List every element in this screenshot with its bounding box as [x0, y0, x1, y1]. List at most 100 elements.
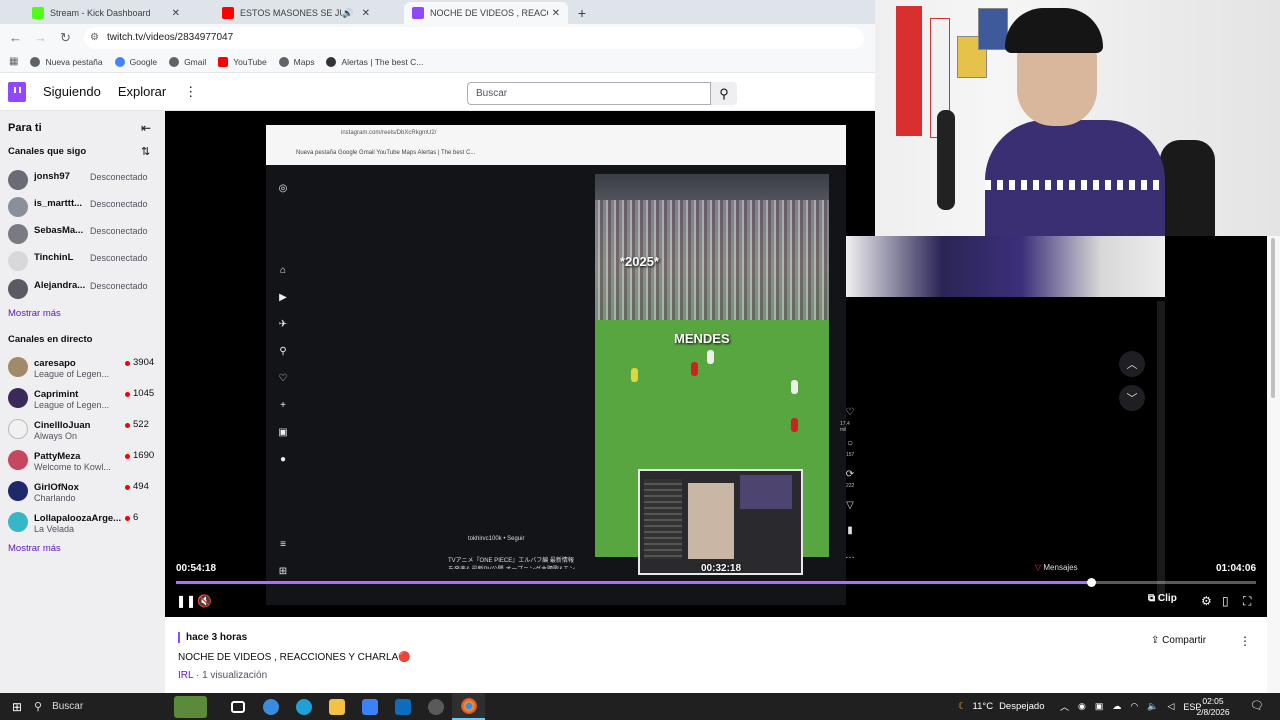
- back-icon[interactable]: ←: [3, 30, 28, 45]
- more-vertical-icon[interactable]: ⋮: [184, 84, 197, 100]
- pause-icon[interactable]: ❚❚: [176, 594, 196, 608]
- followed-channel-item[interactable]: SebasMa... Desconectado: [8, 222, 158, 246]
- channel-name: SebasMa...: [34, 225, 84, 236]
- search-input[interactable]: Buscar: [467, 82, 711, 105]
- chevron-down-icon[interactable]: ﹀: [1119, 385, 1145, 411]
- bookmarks-bar: ▦ Nueva pestaña Google Gmail YouTube Map…: [0, 51, 876, 73]
- page-scrollbar[interactable]: [1267, 236, 1280, 693]
- show-more-followed-link[interactable]: Mostrar más: [8, 308, 61, 319]
- wifi-icon[interactable]: ◠: [1130, 701, 1138, 712]
- store-icon[interactable]: [353, 693, 386, 720]
- obs-icon[interactable]: [419, 693, 452, 720]
- reload-icon[interactable]: ↻: [53, 30, 78, 46]
- outlook-icon[interactable]: [386, 693, 419, 720]
- volume-icon[interactable]: 🔈: [1147, 701, 1158, 712]
- copilot-icon[interactable]: [254, 693, 287, 720]
- bookmark-label: Google: [129, 56, 158, 67]
- collapse-sidebar-icon[interactable]: ⇤: [141, 121, 151, 135]
- clock-date: 2/8/2026: [1196, 707, 1230, 717]
- chevron-up-icon[interactable]: ︿: [1060, 700, 1069, 713]
- tab-twitch-video[interactable]: NOCHE DE VIDEOS , REACCION ✕: [404, 2, 568, 24]
- wall-banner: [896, 6, 922, 136]
- followed-channel-item[interactable]: Alejandra... Desconectado: [8, 277, 158, 301]
- file-explorer-icon[interactable]: [320, 693, 353, 720]
- clip-button[interactable]: ⧉ Clip: [1148, 593, 1177, 604]
- bookmark-google[interactable]: Google: [114, 56, 158, 67]
- record-icon[interactable]: ◉: [1078, 701, 1086, 712]
- channel-name: TinchinL: [34, 252, 74, 263]
- task-view-icon[interactable]: [221, 693, 254, 720]
- url-field[interactable]: ⚙ twitch.tv/videos/2834977047: [84, 26, 864, 49]
- live-channel-item[interactable]: PattyMeza Welcome to Kowl... 1690: [8, 448, 158, 472]
- live-channel-item[interactable]: CinellloJuan Always On 522: [8, 417, 158, 441]
- theatre-mode-icon[interactable]: ▯: [1222, 594, 1229, 608]
- video-info: hace 3 horas NOCHE DE VIDEOS , REACCIONE…: [165, 617, 1267, 693]
- bookmark-alertas[interactable]: Alertas | The best C...: [326, 56, 423, 67]
- notifications-icon[interactable]: 🗨: [1250, 699, 1264, 712]
- windows-start-icon[interactable]: ⊞: [0, 700, 34, 714]
- search-button[interactable]: ⚲: [711, 82, 737, 105]
- followed-channel-item[interactable]: is_marttt... Desconectado: [8, 195, 158, 219]
- bookmark-gmail[interactable]: Gmail: [169, 56, 206, 67]
- reel-caption: TVアニメ『ONE PIECE』エルバフ編 最新情報を発表& 最新PV公開 オー…: [448, 558, 575, 569]
- search-placeholder: Buscar: [476, 88, 508, 99]
- edge-icon[interactable]: [287, 693, 320, 720]
- bookmark-maps[interactable]: Maps: [278, 56, 314, 67]
- tab-kick-dashboard[interactable]: Stream - Kick Dashboard ✕: [24, 2, 188, 24]
- live-channel-item[interactable]: LollapaloozaArge... La Velada 6: [8, 510, 158, 534]
- more-options-icon[interactable]: ⋮: [1239, 634, 1251, 648]
- plus-icon: +: [280, 400, 286, 411]
- forward-icon[interactable]: →: [28, 30, 53, 45]
- reel-repost-icon: ⟳: [845, 469, 855, 480]
- seek-bar[interactable]: [176, 578, 1256, 587]
- fullscreen-icon[interactable]: ⛶: [1243, 594, 1251, 609]
- cloud-icon[interactable]: ☁: [1112, 701, 1121, 712]
- twitch-logo-icon[interactable]: [8, 81, 26, 102]
- live-channel-item[interactable]: Caprimint League of Legen... 1045: [8, 386, 158, 410]
- share-icon: ⇪: [1151, 635, 1163, 646]
- tab-youtube-video[interactable]: ESTOS MASONES SE JUNTARON 🔊 ✕: [214, 2, 378, 24]
- chrome-icon[interactable]: [452, 693, 485, 720]
- settings-icon[interactable]: ⚙: [1201, 594, 1212, 608]
- following-link[interactable]: Siguiendo: [43, 84, 101, 99]
- show-more-live-link[interactable]: Mostrar más: [8, 543, 61, 554]
- taskbar-search[interactable]: ⚲ Buscar: [34, 693, 174, 720]
- share-button[interactable]: ⇪ Compartir: [1151, 635, 1206, 646]
- speaker-icon[interactable]: 🔊: [342, 8, 353, 19]
- apps-icon: ⊞: [278, 566, 288, 577]
- close-tab-icon[interactable]: ✕: [552, 8, 560, 19]
- mute-icon[interactable]: 🔇: [197, 594, 212, 608]
- site-info-icon[interactable]: ⚙: [90, 32, 99, 43]
- preview-chat: [644, 479, 682, 559]
- seek-handle[interactable]: [1086, 578, 1096, 587]
- bookmark-youtube[interactable]: YouTube: [218, 56, 267, 67]
- channel-status: Desconectado: [90, 226, 148, 236]
- outlook-glyph: [394, 698, 411, 715]
- scrollbar-thumb[interactable]: [1271, 238, 1275, 398]
- live-channel-item[interactable]: GirlOfNox Charlando 494: [8, 479, 158, 503]
- sort-icon[interactable]: ⇅: [141, 145, 150, 158]
- live-channel-item[interactable]: caresapo League of Legen... 3904: [8, 355, 158, 379]
- browse-link[interactable]: Explorar: [118, 84, 166, 99]
- moon-icon: ☾: [958, 701, 967, 712]
- followed-channel-item[interactable]: jonsh97 Desconectado: [8, 168, 158, 192]
- channel-name: is_marttt...: [34, 198, 83, 209]
- close-tab-icon[interactable]: ✕: [362, 8, 370, 19]
- bookmark-nueva-pestana[interactable]: Nueva pestaña: [30, 56, 103, 67]
- widget-thumbnail-icon[interactable]: [174, 693, 207, 720]
- bookmark-icon: [30, 56, 41, 67]
- camera-icon[interactable]: ▣: [1095, 701, 1104, 712]
- followed-channel-item[interactable]: TinchinL Desconectado: [8, 249, 158, 273]
- new-tab-button[interactable]: +: [572, 2, 592, 24]
- wall-poster: [978, 8, 1008, 50]
- url-text: twitch.tv/videos/2834977047: [106, 32, 234, 43]
- weather-widget[interactable]: ☾ 11°C Despejado: [958, 693, 1044, 720]
- apps-grid-icon[interactable]: ▦: [9, 56, 18, 67]
- close-tab-icon[interactable]: ✕: [172, 8, 180, 19]
- chrome-glyph: [460, 697, 477, 714]
- chevron-up-icon[interactable]: ︿: [1119, 351, 1145, 377]
- clock[interactable]: 02:05 2/8/2026: [1196, 696, 1230, 718]
- category-link[interactable]: IRL: [178, 670, 193, 681]
- sound-icon[interactable]: ◁: [1167, 701, 1174, 712]
- footballer: [631, 368, 638, 382]
